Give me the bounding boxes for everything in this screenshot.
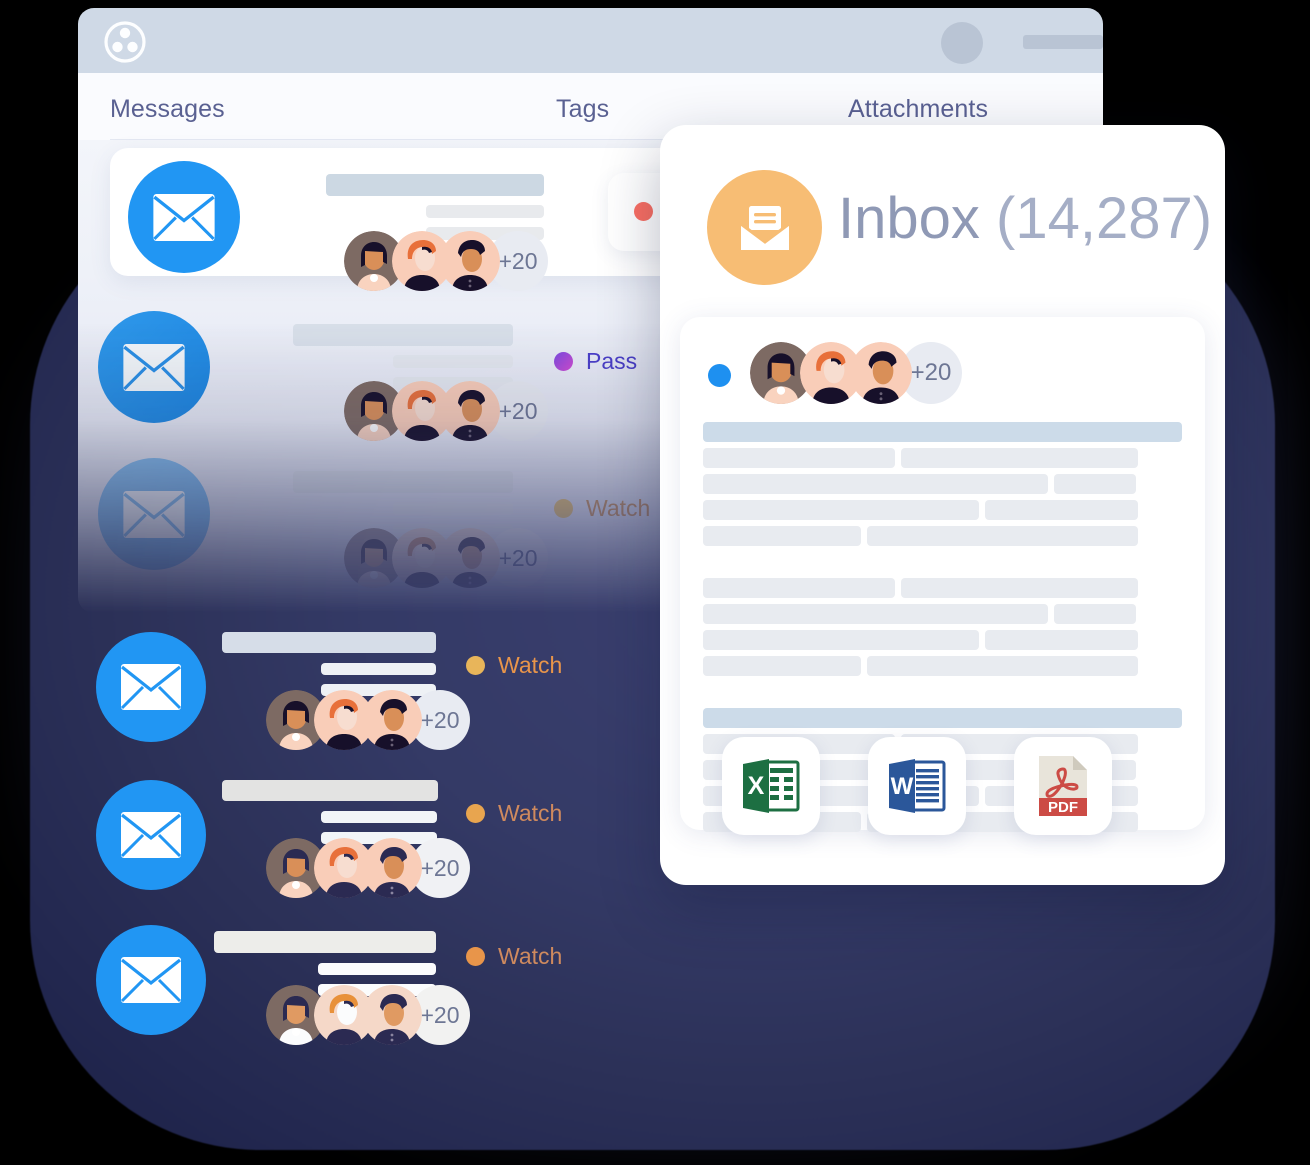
window-titlebar [78,8,1103,73]
tab-tags[interactable]: Tags [556,95,609,124]
inbox-title-text: Inbox [838,186,980,251]
avatar [850,342,912,404]
status-label: Pass [586,348,638,374]
network-share-logo-icon [104,21,146,63]
attachment-list: X W PDF [722,737,1112,835]
avatar [440,231,500,291]
avatar [362,838,422,898]
avatar-group[interactable]: +20 [344,528,548,588]
word-file-icon[interactable]: W [868,737,966,835]
unread-dot-icon [708,364,731,387]
avatar [362,690,422,750]
envelope-icon [96,632,206,742]
inbox-message-preview[interactable]: +20 X W PDF [680,317,1205,835]
status-dot [466,804,485,823]
svg-text:PDF: PDF [1048,799,1078,816]
header-avatar-placeholder[interactable] [941,22,983,64]
avatar [440,381,500,441]
status-badge[interactable]: Pass [554,348,637,375]
status-label: Watch [586,495,651,521]
inbox-card: Inbox (14,287) +20 X W PDF [660,125,1225,885]
message-row[interactable]: +20 Watch [0,913,620,1063]
status-dot [466,947,485,966]
envelope-icon [96,925,206,1035]
avatar-group[interactable]: +20 [266,690,470,750]
excel-file-icon[interactable]: X [722,737,820,835]
status-badge[interactable]: Watch [466,652,562,679]
message-text-placeholder [222,780,438,844]
message-row[interactable]: +20 Watch [0,768,620,918]
status-label: Watch [498,800,563,826]
avatar-group[interactable]: +20 [344,231,548,291]
tab-attachments[interactable]: Attachments [848,95,988,124]
message-row[interactable]: +20 Watch [0,620,620,770]
svg-text:W: W [891,773,914,800]
envelope-icon [96,780,206,890]
status-badge[interactable]: Watch [466,943,562,970]
status-label: Watch [498,652,563,678]
svg-text:X: X [748,772,765,800]
envelope-icon [98,311,210,423]
status-dot [466,656,485,675]
inbox-count: (14,287) [996,186,1213,251]
status-dot [634,202,653,221]
avatar-group[interactable]: +20 [344,381,548,441]
status-dot [554,352,573,371]
header-name-placeholder [1023,35,1103,49]
avatar [440,528,500,588]
pdf-file-icon[interactable]: PDF [1014,737,1112,835]
envelope-open-icon [707,170,822,285]
tab-messages[interactable]: Messages [110,95,225,124]
message-text-placeholder [222,632,436,696]
avatar-group[interactable]: +20 [750,342,962,404]
status-badge[interactable]: Watch [466,800,562,827]
status-dot [554,499,573,518]
status-label: Watch [498,943,563,969]
avatar-group[interactable]: +20 [266,838,470,898]
envelope-icon [128,161,240,273]
envelope-icon [98,458,210,570]
page-title: Inbox (14,287) [838,185,1212,252]
avatar-group[interactable]: +20 [266,985,470,1045]
status-badge[interactable]: Watch [554,495,650,522]
avatar [362,985,422,1045]
